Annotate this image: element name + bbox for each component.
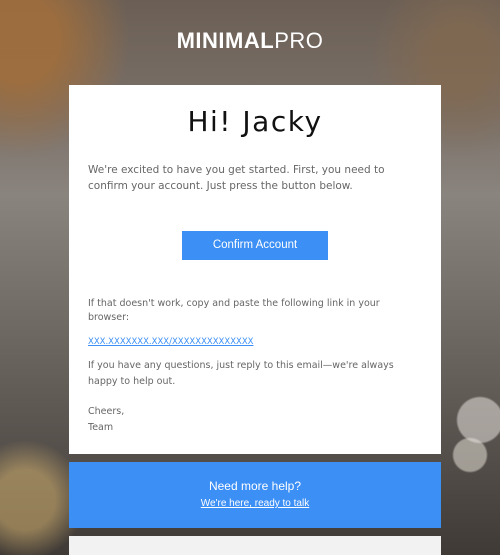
confirm-account-button[interactable]: Confirm Account [182, 231, 328, 260]
signoff-text: Cheers, [88, 406, 125, 417]
brand-logo-bold: MINIMAL [176, 28, 275, 53]
greeting-heading: Hi! Jacky [187, 105, 323, 138]
signoff-block: Cheers, Team [88, 404, 422, 436]
brand-logo-light: PRO [274, 28, 324, 53]
help-title: Need more help? [208, 479, 302, 493]
questions-text: If you have any questions, just reply to… [88, 360, 394, 387]
footer-section [69, 536, 441, 555]
help-contact-link[interactable]: We're here, ready to talk [201, 498, 309, 509]
signature-text: Team [88, 422, 114, 433]
help-banner: Need more help? We're here, ready to tal… [69, 462, 441, 528]
confirmation-link[interactable]: XXX.XXXXXXX.XXX/XXXXXXXXXXXXXX [88, 337, 254, 347]
button-wrapper: Confirm Account [88, 231, 422, 260]
email-card: Hi! Jacky We're excited to have you get … [69, 85, 441, 454]
fallback-text: If that doesn't work, copy and paste the… [88, 298, 380, 323]
intro-text: We're excited to have you get started. F… [88, 164, 385, 192]
brand-logo: MINIMALPRO [0, 28, 500, 54]
